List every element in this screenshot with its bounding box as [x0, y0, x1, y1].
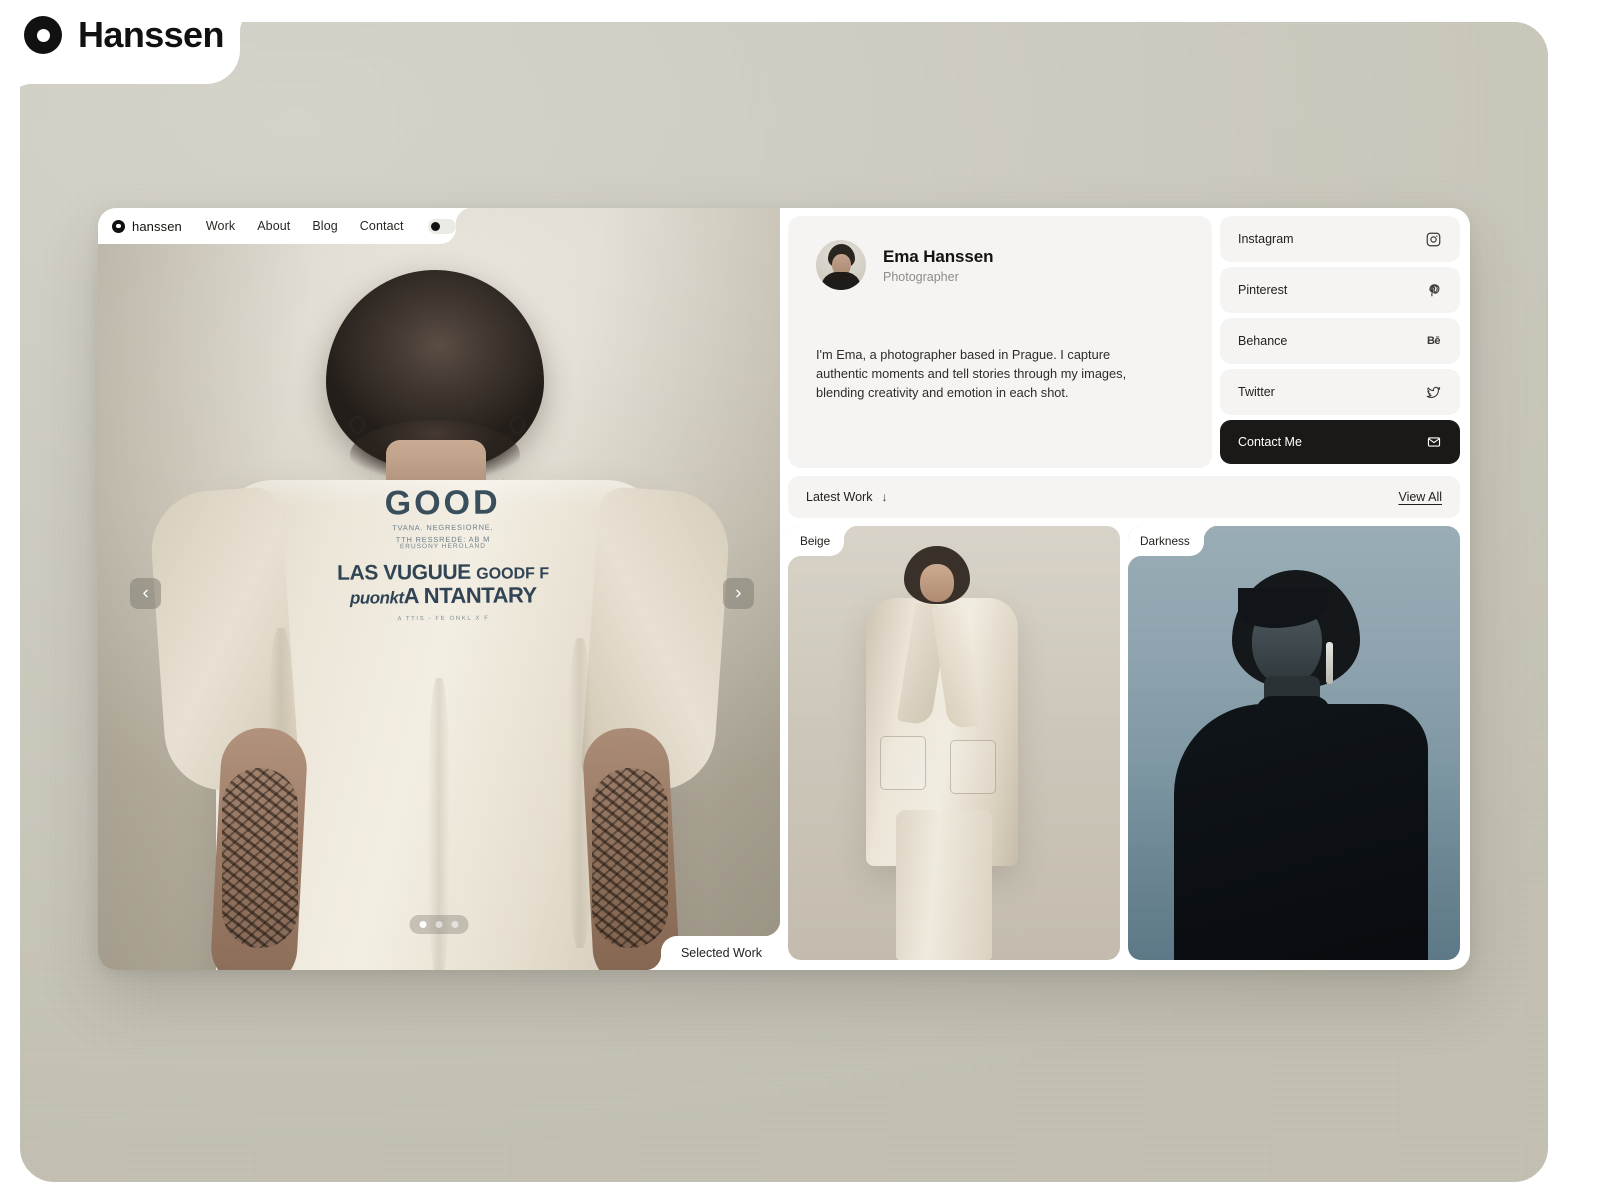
mail-icon	[1425, 434, 1442, 451]
nav-link-blog[interactable]: Blog	[312, 219, 337, 233]
hero-photo: GOOD TVANA. NEGRESIORNE, TTH RESSREDE: A…	[98, 208, 780, 970]
work-card-darkness-label: Darkness	[1128, 526, 1204, 556]
nav-link-contact[interactable]: Contact	[360, 219, 404, 233]
ring-logo-icon	[24, 16, 62, 54]
nav-link-work[interactable]: Work	[206, 219, 235, 233]
social-link-instagram[interactable]: Instagram	[1220, 216, 1460, 262]
right-column: Ema Hanssen Photographer I'm Ema, a phot…	[780, 208, 1470, 970]
nav-brand[interactable]: hanssen	[112, 219, 182, 234]
social-link-behance-label: Behance	[1238, 334, 1288, 348]
contact-me-label: Contact Me	[1238, 435, 1302, 449]
tshirt-graphic: GOOD TVANA. NEGRESIORNE, TTH RESSREDE: A…	[288, 483, 599, 623]
tshirt-line-3-italic: puonkt	[349, 587, 404, 608]
tshirt-line-3: puonktA NTANTARY	[288, 581, 598, 608]
selected-work-label: Selected Work	[660, 936, 780, 970]
tshirt-subline-1: TVANA. NEGRESIORNE,	[392, 522, 494, 533]
latest-work-bar: Latest Work ↓ View All	[788, 476, 1460, 518]
carousel-next-button[interactable]	[723, 578, 754, 609]
figure-earring-right	[510, 416, 525, 434]
instagram-icon	[1425, 231, 1442, 248]
tshirt-line-3-main: A NTANTARY	[403, 581, 537, 608]
social-link-instagram-label: Instagram	[1238, 232, 1294, 246]
tshirt-tiny-line: ERUSONY HEROLAND	[399, 542, 486, 551]
profile-card: Ema Hanssen Photographer I'm Ema, a phot…	[788, 216, 1212, 468]
carousel-dot-2[interactable]	[435, 921, 443, 928]
profile-bio: I'm Ema, a photographer based in Prague.…	[816, 347, 1127, 400]
tshirt-line-2-main: LAS VUGUUE	[337, 560, 471, 585]
social-link-twitter-label: Twitter	[1238, 385, 1275, 399]
tshirt-line-2: LAS VUGUUE GOODF F	[288, 560, 598, 585]
arrow-down-icon: ↓	[881, 490, 888, 504]
latest-work-grid: Beige Darkness	[788, 526, 1460, 960]
figure-tattoo-right	[592, 768, 668, 948]
chevron-right-icon	[736, 589, 741, 598]
ring-logo-icon	[112, 219, 125, 233]
site-navbar: hanssen Work About Blog Contact	[98, 208, 456, 244]
work-card-beige-label: Beige	[788, 526, 845, 556]
carousel-dot-1[interactable]	[419, 921, 427, 928]
social-links: Instagram Pinterest Behance Bē Twitter C…	[1220, 216, 1460, 468]
avatar	[816, 240, 866, 290]
behance-icon: Bē	[1426, 335, 1441, 347]
nav-link-about[interactable]: About	[257, 219, 290, 233]
latest-work-title-group: Latest Work ↓	[806, 490, 887, 504]
tshirt-headline: GOOD	[384, 483, 501, 523]
contact-me-button[interactable]: Contact Me	[1220, 420, 1460, 464]
chevron-left-icon	[143, 589, 148, 598]
twitter-icon	[1425, 384, 1442, 401]
pinterest-icon	[1425, 282, 1442, 299]
carousel-pagination	[409, 915, 469, 934]
brand-name: Hanssen	[78, 14, 224, 55]
social-link-pinterest[interactable]: Pinterest	[1220, 267, 1460, 313]
social-link-twitter[interactable]: Twitter	[1220, 369, 1460, 415]
hero-carousel: GOOD TVANA. NEGRESIORNE, TTH RESSREDE: A…	[98, 208, 780, 970]
social-link-pinterest-label: Pinterest	[1238, 283, 1288, 297]
profile-and-socials: Ema Hanssen Photographer I'm Ema, a phot…	[788, 216, 1460, 468]
carousel-dot-3[interactable]	[451, 921, 459, 928]
nav-brand-label: hanssen	[132, 218, 182, 234]
view-all-link[interactable]: View All	[1398, 490, 1442, 504]
figure-tattoo-left	[222, 768, 298, 948]
figure-earring-left	[350, 416, 365, 434]
social-link-behance[interactable]: Behance Bē	[1220, 318, 1460, 364]
latest-work-title: Latest Work	[806, 490, 873, 504]
tshirt-line-2-small: GOODF F	[476, 564, 550, 583]
carousel-prev-button[interactable]	[130, 578, 161, 609]
work-thumbnail-beige	[788, 526, 1120, 960]
theme-toggle-icon[interactable]	[427, 218, 456, 234]
profile-role: Photographer	[883, 269, 959, 284]
brand: Hanssen	[24, 14, 224, 56]
work-card-darkness[interactable]: Darkness	[1128, 526, 1460, 960]
profile-header: Ema Hanssen Photographer	[816, 240, 1184, 290]
work-thumbnail-darkness	[1128, 526, 1460, 960]
work-card-beige[interactable]: Beige	[788, 526, 1120, 960]
profile-name: Ema Hanssen	[883, 246, 994, 266]
app-window: GOOD TVANA. NEGRESIORNE, TTH RESSREDE: A…	[98, 208, 1470, 970]
